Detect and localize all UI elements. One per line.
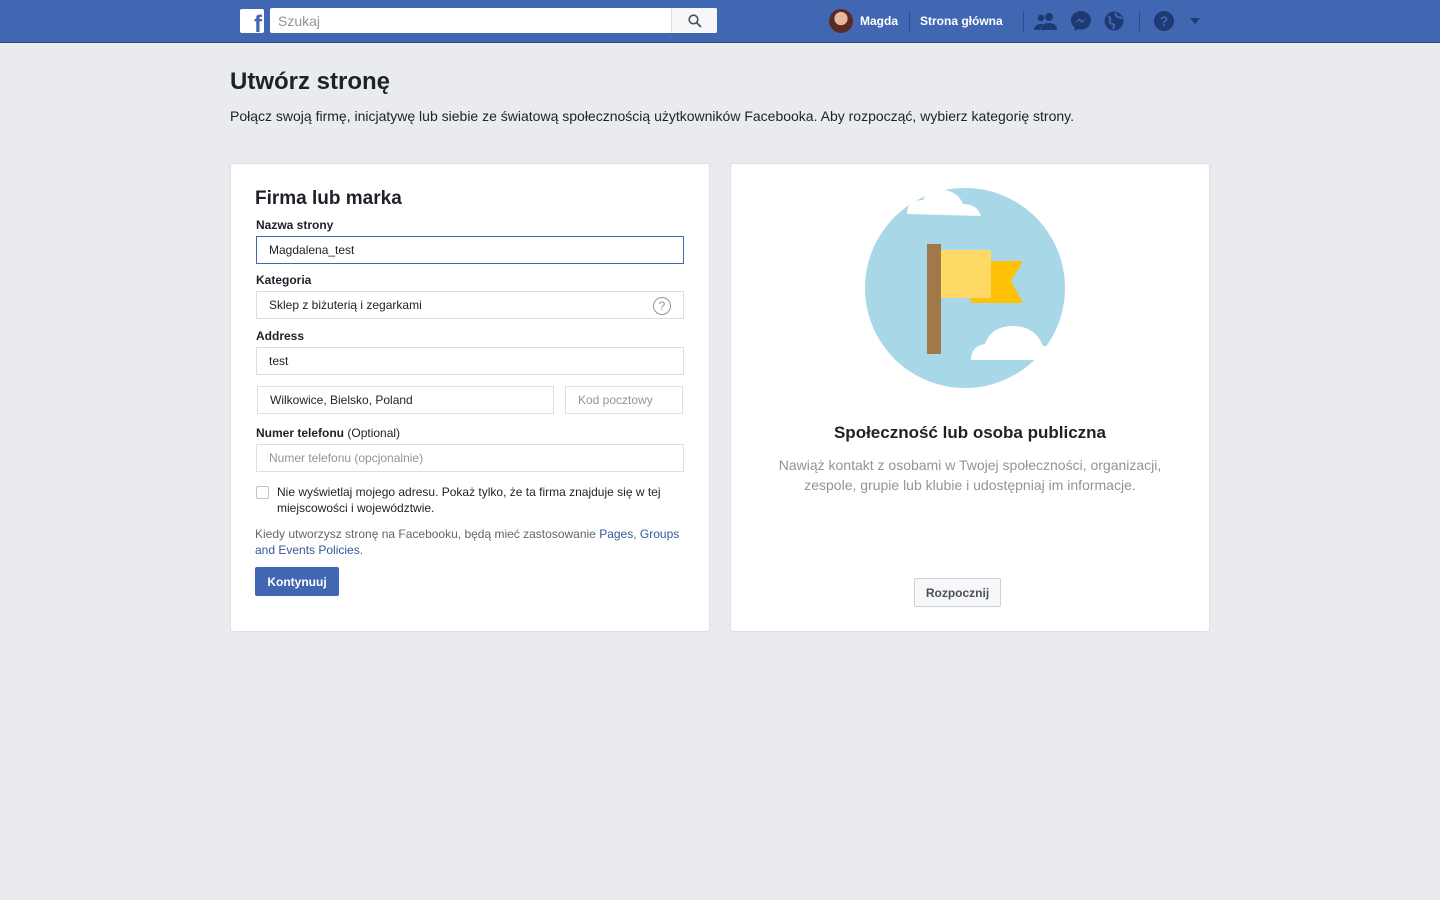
profile-name: Magda: [860, 14, 899, 28]
nav-divider: [909, 11, 910, 31]
business-brand-card: Firma lub marka Nazwa strony Kategoria S…: [230, 163, 710, 632]
card-description: Nawiąż kontakt z osobami w Twojej społec…: [778, 457, 1162, 493]
svg-text:?: ?: [1160, 13, 1169, 29]
nav-divider: [1139, 11, 1140, 31]
page-name-label: Nazwa strony: [256, 218, 334, 232]
home-link[interactable]: Strona główna: [920, 14, 1003, 28]
phone-label: Numer telefonu (Optional): [256, 426, 400, 440]
friend-requests-icon[interactable]: [1034, 10, 1058, 32]
card-title: Firma lub marka: [255, 188, 402, 209]
hide-address-label[interactable]: Nie wyświetlaj mojego adresu. Pokaż tylk…: [277, 484, 677, 516]
policy-period: .: [359, 543, 364, 557]
notifications-globe-icon[interactable]: [1102, 10, 1126, 32]
search-box: [270, 8, 717, 33]
hide-address-checkbox[interactable]: [256, 486, 269, 499]
avatar: [829, 9, 853, 33]
page-name-input[interactable]: [256, 236, 684, 264]
card-title: Społeczność lub osoba publiczna: [833, 423, 1107, 442]
category-label: Kategoria: [256, 273, 312, 287]
policy-notice: Kiedy utworzysz stronę na Facebooku, będ…: [255, 526, 695, 558]
continue-button[interactable]: Kontynuuj: [255, 567, 339, 596]
messenger-icon[interactable]: [1069, 10, 1093, 32]
community-public-figure-card: Społeczność lub osoba publiczna Nawiąż k…: [730, 163, 1210, 632]
profile-link[interactable]: Magda: [829, 9, 898, 33]
page-subtitle: Połącz swoją firmę, inicjatywę lub siebi…: [230, 108, 1075, 124]
search-icon: [687, 13, 702, 28]
city-input[interactable]: [257, 386, 554, 414]
question-mark-icon[interactable]: ?: [653, 297, 671, 315]
account-menu-chevron-icon[interactable]: [1183, 10, 1207, 32]
flag-illustration-icon: [865, 188, 1073, 388]
nav-divider: [1023, 11, 1024, 31]
category-input[interactable]: Sklep z biżuterią i zegarkami ?: [256, 291, 684, 319]
search-button[interactable]: [671, 8, 717, 33]
zip-code-input[interactable]: [565, 386, 683, 414]
address-input[interactable]: [256, 347, 684, 375]
page-title: Utwórz stronę: [230, 68, 391, 95]
address-label: Address: [256, 329, 305, 343]
phone-input[interactable]: [256, 444, 684, 472]
search-input[interactable]: [270, 8, 670, 33]
pages-policy-link[interactable]: Pages: [599, 527, 633, 541]
phone-optional-text: (Optional): [347, 426, 401, 440]
get-started-button[interactable]: Rozpocznij: [914, 578, 1001, 607]
policy-comma: ,: [633, 527, 637, 541]
help-icon[interactable]: ?: [1152, 10, 1176, 32]
facebook-logo-icon[interactable]: f: [240, 9, 264, 33]
phone-label-text: Numer telefonu: [256, 426, 345, 440]
top-navigation-bar: f Magda Strona główna ?: [0, 0, 1440, 43]
policy-text: Kiedy utworzysz stronę na Facebooku, będ…: [255, 527, 596, 541]
category-value: Sklep z biżuterią i zegarkami: [269, 298, 422, 312]
